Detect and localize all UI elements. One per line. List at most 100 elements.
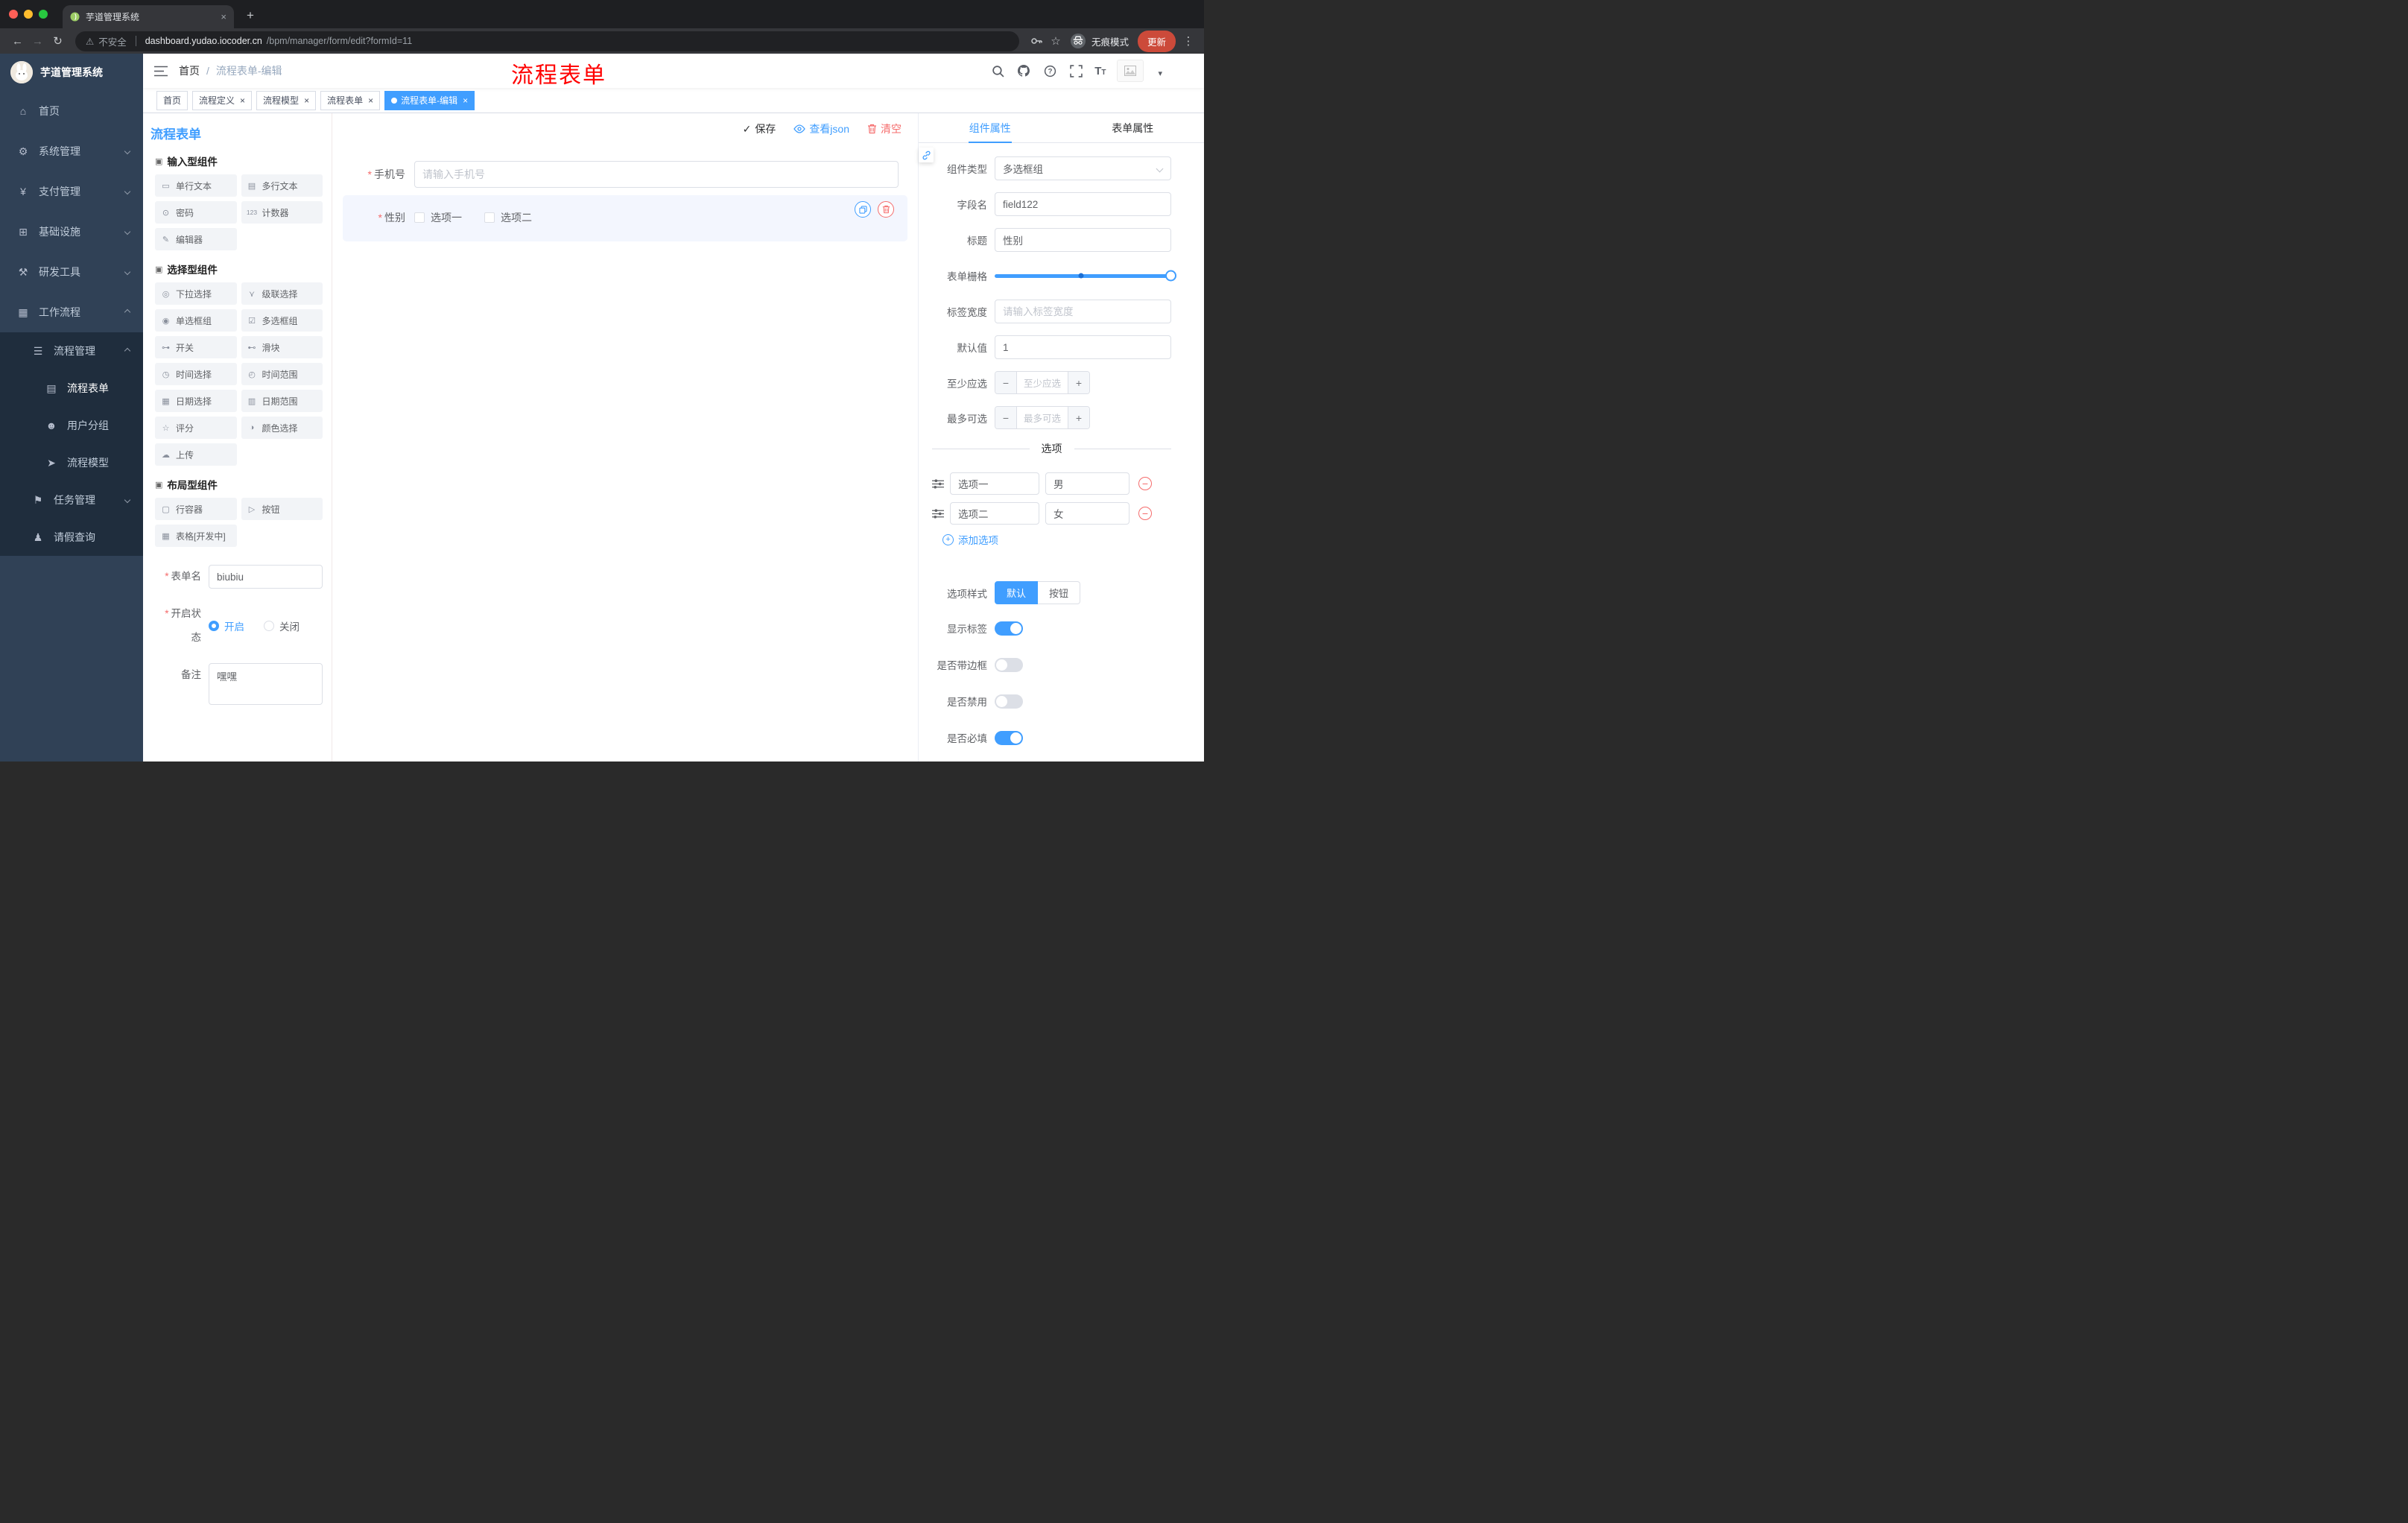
back-icon[interactable]: ← [7, 31, 28, 51]
password-key-icon[interactable] [1027, 31, 1046, 51]
sidebar-item-process-manage[interactable]: ☰ 流程管理 [0, 332, 143, 370]
palette-item-color[interactable]: ◑ 颜色选择 [241, 417, 323, 439]
bookmark-star-icon[interactable]: ☆ [1046, 31, 1065, 51]
palette-item-checkbox-group[interactable]: ☑ 多选框组 [241, 309, 323, 332]
save-button[interactable]: ✓ 保存 [743, 121, 776, 136]
palette-item-editor[interactable]: ✎ 编辑器 [155, 228, 237, 250]
sidebar-item-leave-query[interactable]: ♟ 请假查询 [0, 519, 143, 556]
font-size-icon[interactable]: TT [1094, 65, 1106, 77]
sidebar-item-task-manage[interactable]: ⚑ 任务管理 [0, 481, 143, 519]
sidebar-item-user-group[interactable]: ☻ 用户分组 [0, 407, 143, 444]
address-bar[interactable]: ⚠ 不安全 dashboard.yudao.iocoder.cn /bpm/ma… [75, 31, 1019, 51]
browser-update-button[interactable]: 更新 [1137, 30, 1176, 52]
breadcrumb-home[interactable]: 首页 [179, 63, 200, 78]
form-remark-textarea[interactable]: 嘿嘿 [209, 663, 323, 705]
show-label-switch[interactable] [995, 621, 1023, 636]
search-icon[interactable] [990, 63, 1005, 78]
tag-process-model[interactable]: 流程模型 × [256, 90, 317, 110]
style-default-button[interactable]: 默认 [995, 581, 1039, 604]
forward-icon[interactable]: → [28, 31, 48, 51]
minimize-window-button[interactable] [24, 10, 33, 19]
tag-close-icon[interactable]: × [463, 95, 468, 106]
field-phone[interactable]: 手机号 [343, 161, 907, 188]
palette-item-rate[interactable]: ☆ 评分 [155, 417, 237, 439]
sidebar-item-devtools[interactable]: ⚒ 研发工具 [0, 252, 143, 292]
tag-process-form[interactable]: 流程表单 × [320, 90, 381, 110]
avatar[interactable] [1117, 60, 1144, 82]
slider-handle[interactable] [1165, 270, 1176, 282]
palette-item-counter[interactable]: 123 计数器 [241, 201, 323, 224]
palette-item-date[interactable]: ▦ 日期选择 [155, 390, 237, 412]
plus-icon[interactable]: + [1068, 372, 1089, 393]
label-width-input[interactable] [995, 300, 1171, 323]
radio-open[interactable]: 开启 [209, 618, 244, 633]
title-input[interactable] [995, 228, 1171, 252]
reload-icon[interactable]: ↻ [48, 31, 68, 51]
palette-item-single-text[interactable]: ▭ 单行文本 [155, 174, 237, 197]
palette-item-time[interactable]: ◷ 时间选择 [155, 363, 237, 385]
tag-close-icon[interactable]: × [240, 95, 245, 106]
minus-icon[interactable]: − [995, 372, 1017, 393]
field-name-input[interactable] [995, 192, 1171, 216]
palette-item-date-range[interactable]: ▥ 日期范围 [241, 390, 323, 412]
sidebar-item-infra[interactable]: ⊞ 基础设施 [0, 212, 143, 252]
tag-home[interactable]: 首页 [156, 90, 188, 110]
browser-menu-icon[interactable]: ⋮ [1180, 34, 1197, 48]
sidebar-item-process-model[interactable]: ➤ 流程模型 [0, 444, 143, 481]
option-value-input[interactable] [1045, 472, 1129, 495]
checkbox-option2[interactable]: 选项二 [484, 210, 532, 225]
field-gender-selected[interactable]: 性别 选项一 选项二 [343, 195, 907, 241]
disabled-switch[interactable] [995, 694, 1023, 709]
tag-close-icon[interactable]: × [368, 95, 373, 106]
drag-handle-icon[interactable] [932, 478, 944, 489]
remove-option-icon[interactable]: − [1138, 507, 1152, 520]
copy-item-icon[interactable] [855, 201, 871, 218]
sidebar-item-system[interactable]: ⚙ 系统管理 [0, 131, 143, 171]
tag-close-icon[interactable]: × [304, 95, 309, 106]
palette-item-time-range[interactable]: ◴ 时间范围 [241, 363, 323, 385]
tab-close-icon[interactable]: × [221, 11, 226, 22]
grid-slider[interactable] [995, 264, 1176, 288]
form-name-input[interactable] [209, 565, 323, 589]
palette-item-radio-group[interactable]: ◉ 单选框组 [155, 309, 237, 332]
slider-track[interactable] [995, 270, 1176, 282]
sidebar-item-process-form[interactable]: ▤ 流程表单 [0, 370, 143, 407]
avatar-caret-icon[interactable]: ▾ [1158, 69, 1162, 78]
fullscreen-icon[interactable] [1068, 63, 1083, 78]
github-icon[interactable] [1016, 63, 1031, 78]
palette-item-slider[interactable]: ⊷ 滑块 [241, 336, 323, 358]
new-tab-button[interactable]: + [240, 5, 261, 26]
clear-button[interactable]: 清空 [867, 121, 902, 136]
plus-icon[interactable]: + [1068, 407, 1089, 428]
max-stepper-value[interactable]: 最多可选 [1017, 407, 1068, 428]
palette-item-switch[interactable]: ⊶ 开关 [155, 336, 237, 358]
palette-item-button[interactable]: ▷ 按钮 [241, 498, 323, 520]
tab-component-props[interactable]: 组件属性 [919, 113, 1062, 142]
option-label-input[interactable] [950, 502, 1039, 525]
delete-item-icon[interactable] [878, 201, 894, 218]
sidebar-item-home[interactable]: ⌂ 首页 [0, 91, 143, 131]
remove-option-icon[interactable]: − [1138, 477, 1152, 490]
view-json-button[interactable]: 查看json [793, 121, 849, 136]
add-option-button[interactable]: + 添加选项 [942, 532, 1171, 547]
hamburger-icon[interactable] [143, 54, 179, 88]
palette-item-password[interactable]: ⊙ 密码 [155, 201, 237, 224]
palette-item-table[interactable]: ▦ 表格[开发中] [155, 525, 237, 547]
close-window-button[interactable] [9, 10, 18, 19]
tag-process-definition[interactable]: 流程定义 × [192, 90, 253, 110]
min-stepper-value[interactable]: 至少应选 [1017, 372, 1068, 393]
tag-process-form-edit[interactable]: 流程表单-编辑 × [384, 90, 475, 110]
phone-input[interactable] [414, 161, 899, 188]
drag-handle-icon[interactable] [932, 508, 944, 519]
minus-icon[interactable]: − [995, 407, 1017, 428]
palette-item-multi-text[interactable]: ▤ 多行文本 [241, 174, 323, 197]
radio-closed[interactable]: 关闭 [264, 618, 300, 633]
palette-item-cascader[interactable]: ⋎ 级联选择 [241, 282, 323, 305]
style-button-button[interactable]: 按钮 [1038, 581, 1081, 604]
default-value-input[interactable] [995, 335, 1171, 359]
browser-tab[interactable]: 芋道管理系统 × [63, 5, 234, 28]
tab-form-props[interactable]: 表单属性 [1062, 113, 1205, 142]
palette-item-row-container[interactable]: ▢ 行容器 [155, 498, 237, 520]
component-type-select[interactable]: 多选框组 [995, 156, 1171, 180]
border-switch[interactable] [995, 657, 1023, 672]
